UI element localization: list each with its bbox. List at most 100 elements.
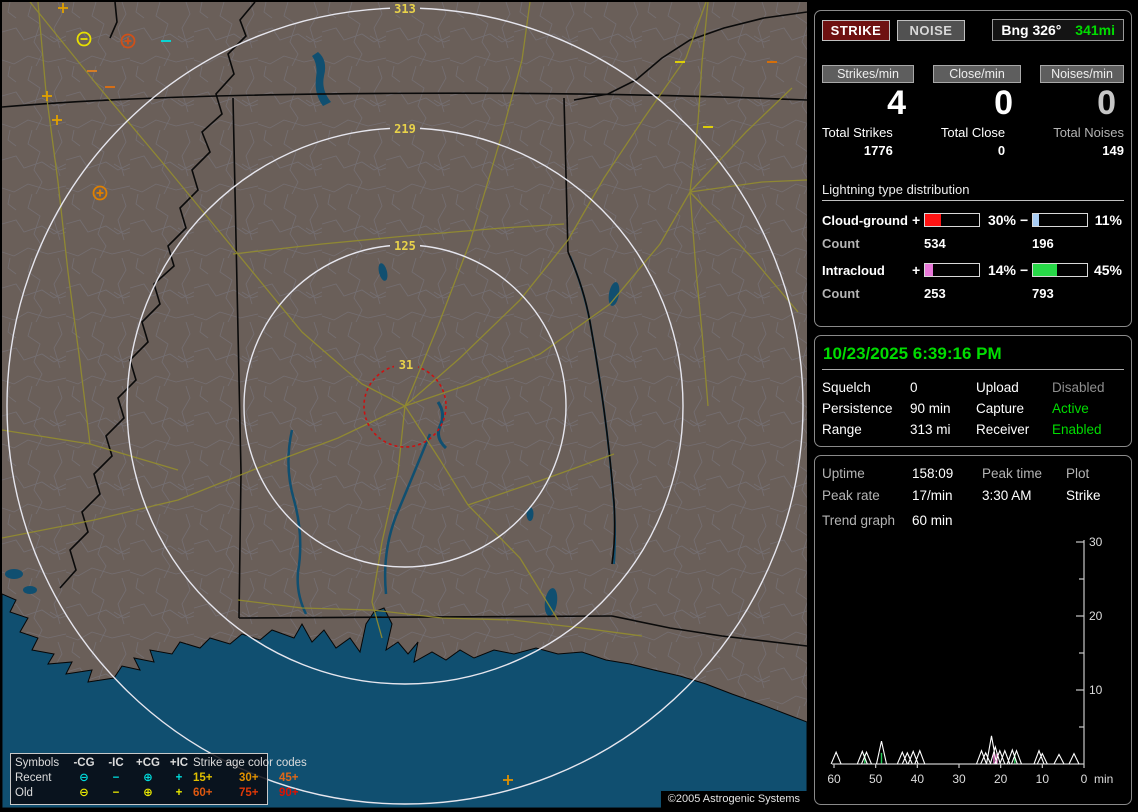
trend-graph-label: Trend graph	[822, 513, 912, 528]
plus-sign: +	[912, 262, 924, 278]
close-per-min-value: 0	[933, 83, 1021, 123]
app-window: 313 219 125 31 Symbols -CG -IC +CG +IC S…	[0, 0, 1138, 812]
totals-row: Total Strikes 1776 Total Close 0 Total N…	[822, 125, 1124, 158]
capture-label: Capture	[976, 401, 1052, 416]
minus-sign: −	[1020, 212, 1032, 228]
counters-box: STRIKE NOISE Bng 326° 341mi Strikes/min …	[814, 10, 1132, 327]
noise-toggle-button[interactable]: NOISE	[897, 20, 965, 41]
capture-status: Active	[1052, 401, 1124, 416]
trend-x-tick-label: 50	[869, 772, 883, 786]
upload-label: Upload	[976, 380, 1052, 395]
old-pic-icon: +	[165, 786, 193, 801]
legend-old-row: Old ⊖ − ⊕ + 60+ 75+ 90+	[15, 786, 263, 801]
trend-box: Uptime 158:09 Peak time Plot Peak rate 1…	[814, 455, 1132, 805]
status-box: 10/23/2025 6:39:16 PM Squelch 0 Upload D…	[814, 335, 1132, 447]
peak-rate-label: Peak rate	[822, 488, 912, 503]
legend-col-pcg: +CG	[131, 756, 165, 771]
persistence-label: Persistence	[822, 401, 910, 416]
ic-minus-count: 793	[1032, 286, 1124, 301]
recent-pic-icon: +	[165, 771, 193, 786]
intracloud-count-row: Count 253 793	[822, 286, 1124, 301]
peak-rate-value: 17/min	[912, 488, 982, 503]
old-pcg-icon: ⊕	[131, 786, 165, 801]
legend-col-pic: +IC	[165, 756, 193, 771]
strike-toggle-button[interactable]: STRIKE	[822, 20, 890, 41]
old-nic-icon: −	[101, 786, 131, 801]
range-label: Range	[822, 422, 910, 437]
trend-y-tick-label: 10	[1089, 683, 1103, 697]
cloud-ground-label: Cloud-ground	[822, 213, 912, 228]
copyright-text: ©2005 Astrogenic Systems	[661, 791, 807, 808]
trend-x-tick-label: 40	[911, 772, 925, 786]
intracloud-label: Intracloud	[822, 263, 912, 278]
trend-chart: 10 20 30 60 50 40 30 20 10 0 min	[822, 530, 1124, 790]
cloud-ground-count-row: Count 534 196	[822, 236, 1124, 251]
cloud-ground-row: Cloud-ground + 30% − 11%	[822, 212, 1124, 228]
squelch-label: Squelch	[822, 380, 910, 395]
legend-age-title: Strike age color codes	[193, 756, 315, 771]
recent-ncg-icon: ⊖	[67, 771, 101, 786]
age-45: 45+	[279, 771, 315, 786]
total-noises-label: Total Noises	[1053, 125, 1124, 140]
trend-x-axis-unit: min	[1094, 772, 1113, 786]
total-close-value: 0	[941, 143, 1005, 158]
range-value: 313 mi	[910, 422, 976, 437]
persistence-value: 90 min	[910, 401, 976, 416]
settings-grid: Squelch 0 Upload Disabled Persistence 90…	[822, 380, 1124, 437]
uptime-label: Uptime	[822, 466, 912, 481]
close-per-min-header: Close/min	[933, 65, 1021, 83]
total-close-label: Total Close	[941, 125, 1005, 140]
cg-minus-count: 196	[1032, 236, 1124, 251]
legend-symbols-title: Symbols	[15, 756, 67, 771]
trend-x-tick-label: 60	[827, 772, 841, 786]
age-60: 60+	[193, 786, 239, 801]
trend-x-tick-label: 0	[1081, 772, 1088, 786]
trend-x-tick-label: 10	[1036, 772, 1050, 786]
ring-label-31: 31	[399, 358, 413, 372]
cg-plus-bar	[924, 213, 980, 227]
ic-minus-bar	[1032, 263, 1088, 277]
lightning-map[interactable]: 313 219 125 31 Symbols -CG -IC +CG +IC S…	[2, 2, 807, 808]
age-75: 75+	[239, 786, 279, 801]
trend-series	[831, 736, 1079, 764]
datetime-display: 10/23/2025 6:39:16 PM	[822, 342, 1124, 370]
legend-col-ncg: -CG	[67, 756, 101, 771]
peak-time-label: Peak time	[982, 466, 1066, 481]
cg-count-label: Count	[822, 236, 924, 251]
ic-plus-count: 253	[924, 286, 1032, 301]
bearing-distance: 341mi	[1075, 22, 1115, 38]
ic-count-label: Count	[822, 286, 924, 301]
intracloud-row: Intracloud + 14% − 45%	[822, 262, 1124, 278]
trend-y-tick-label: 30	[1089, 535, 1103, 549]
trend-x-tick-label: 20	[994, 772, 1008, 786]
trend-x-tick-label: 30	[952, 772, 966, 786]
status-panel: STRIKE NOISE Bng 326° 341mi Strikes/min …	[814, 10, 1132, 812]
recent-nic-icon: −	[101, 771, 131, 786]
uptime-value: 158:09	[912, 466, 982, 481]
upload-status: Disabled	[1052, 380, 1124, 395]
noises-per-min-header: Noises/min	[1040, 65, 1124, 83]
peak-time-value: 3:30 AM	[982, 488, 1066, 503]
cg-minus-bar	[1032, 213, 1088, 227]
ring-label-125: 125	[394, 239, 416, 253]
legend-header-row: Symbols -CG -IC +CG +IC Strike age color…	[15, 756, 263, 771]
total-strikes-label: Total Strikes	[822, 125, 893, 140]
map-canvas[interactable]: 313 219 125 31	[2, 2, 807, 808]
ic-plus-pct: 14%	[980, 262, 1020, 278]
bearing-indicator: Bng 326° 341mi	[992, 19, 1124, 41]
ic-minus-pct: 45%	[1088, 262, 1126, 278]
legend-recent-label: Recent	[15, 771, 67, 786]
trend-y-tick-label: 20	[1089, 609, 1103, 623]
legend-old-label: Old	[15, 786, 67, 801]
cg-plus-pct: 30%	[980, 212, 1020, 228]
receiver-status: Enabled	[1052, 422, 1124, 437]
legend-col-nic: -IC	[101, 756, 131, 771]
ring-label-219: 219	[394, 122, 416, 136]
plus-sign: +	[912, 212, 924, 228]
map-legend: Symbols -CG -IC +CG +IC Strike age color…	[10, 753, 268, 805]
ic-plus-bar	[924, 263, 980, 277]
total-noises-value: 149	[1053, 143, 1124, 158]
trend-window-row: Trend graph 60 min	[822, 513, 1124, 528]
squelch-value: 0	[910, 380, 976, 395]
plot-label: Plot	[1066, 466, 1124, 481]
